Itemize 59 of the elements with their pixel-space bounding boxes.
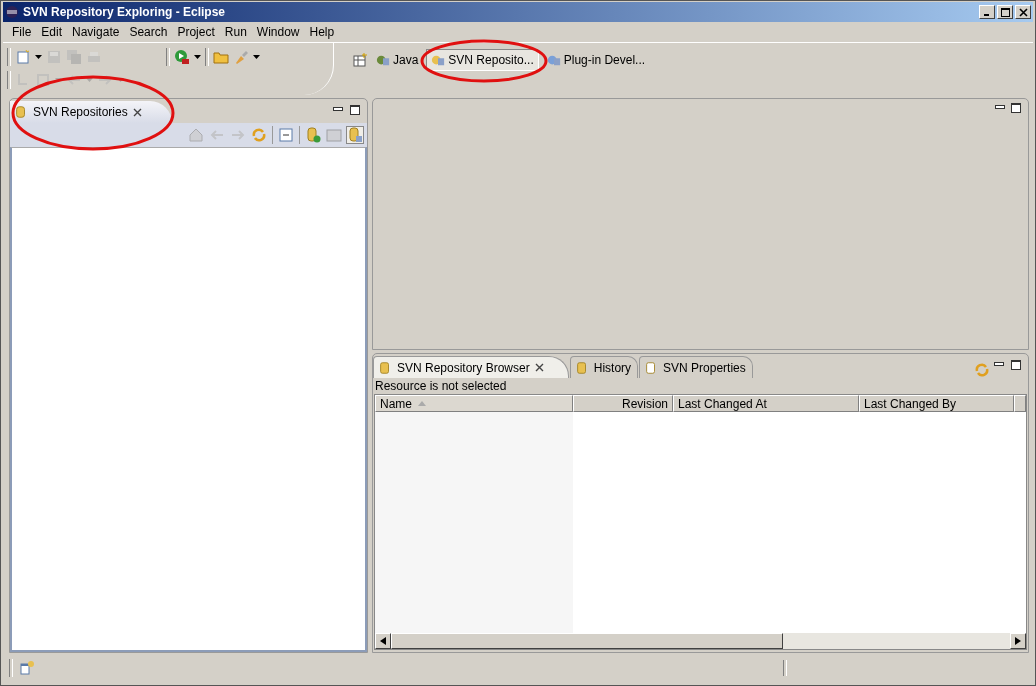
status-message: Resource is not selected	[374, 378, 508, 394]
column-header[interactable]: Revision	[573, 395, 673, 412]
scroll-left-button[interactable]	[375, 633, 391, 649]
column-header[interactable]: Last Changed By	[859, 395, 1014, 412]
home-icon	[188, 127, 204, 143]
header-filler	[1014, 395, 1026, 412]
perspective-icon	[376, 53, 390, 67]
horizontal-scrollbar[interactable]	[375, 633, 1026, 649]
view-tab[interactable]: SVN Repositories	[10, 101, 172, 123]
close-icon[interactable]	[534, 363, 544, 372]
left-arrow-icon	[380, 637, 386, 645]
close-icon	[1018, 7, 1028, 17]
dropdown-arrow-icon[interactable]	[35, 55, 42, 59]
view-tab[interactable]: History	[569, 356, 639, 378]
maximize-button[interactable]	[997, 5, 1013, 19]
window-title: SVN Repository Exploring - Eclipse	[23, 5, 226, 19]
perspective-button[interactable]: Plug-in Devel...	[541, 49, 651, 71]
menu-item[interactable]: Run	[219, 25, 252, 39]
dropdown-arrow-icon	[86, 78, 93, 82]
menu-item[interactable]: File	[7, 25, 37, 39]
right-arrow-icon	[1015, 637, 1021, 645]
dropdown-arrow-icon	[117, 78, 124, 82]
perspective-button[interactable]: Java	[371, 49, 424, 71]
tab-icon	[574, 360, 589, 375]
menu-item[interactable]: Navigate	[67, 25, 125, 39]
add-repository-icon[interactable]	[305, 127, 321, 143]
run-icon[interactable]	[174, 49, 190, 65]
maximize-icon[interactable]	[1011, 103, 1021, 113]
collapse-all-icon[interactable]	[278, 127, 294, 143]
save-all-icon	[66, 49, 82, 65]
menu-item[interactable]: Window	[251, 25, 305, 39]
maximize-icon[interactable]	[350, 105, 360, 115]
close-button[interactable]	[1015, 5, 1031, 19]
close-icon[interactable]	[132, 107, 142, 117]
fast-view-icon[interactable]	[19, 660, 35, 676]
sort-arrow-icon	[418, 401, 426, 406]
maximize-icon[interactable]	[1011, 360, 1021, 370]
view-tab[interactable]: SVN Properties	[639, 356, 753, 378]
column-header[interactable]: Name	[375, 395, 573, 412]
save-icon	[46, 49, 62, 65]
perspective-icon	[546, 53, 561, 67]
dropdown-arrow-icon[interactable]	[194, 55, 201, 59]
menu-item[interactable]: Help	[304, 25, 340, 39]
dropdown-arrow-icon	[55, 78, 62, 82]
open-perspective-icon[interactable]	[352, 52, 368, 68]
view-tab[interactable]: SVN Repository Browser	[373, 356, 569, 378]
menu-item[interactable]: Search	[124, 25, 173, 39]
perspective-icon	[431, 53, 446, 67]
menu-item[interactable]: Project	[172, 25, 220, 39]
perspective-button[interactable]: SVN Reposito...	[426, 49, 539, 71]
scroll-right-button[interactable]	[1010, 633, 1026, 649]
dropdown-arrow-icon[interactable]	[253, 55, 260, 59]
maximize-icon	[1000, 7, 1010, 17]
minimize-button[interactable]	[979, 5, 995, 19]
scroll-thumb[interactable]	[391, 633, 783, 649]
menu-item[interactable]: Edit	[36, 25, 68, 39]
column-header[interactable]: Last Changed At	[673, 395, 859, 412]
print-icon	[86, 49, 102, 65]
tab-icon	[378, 360, 392, 375]
